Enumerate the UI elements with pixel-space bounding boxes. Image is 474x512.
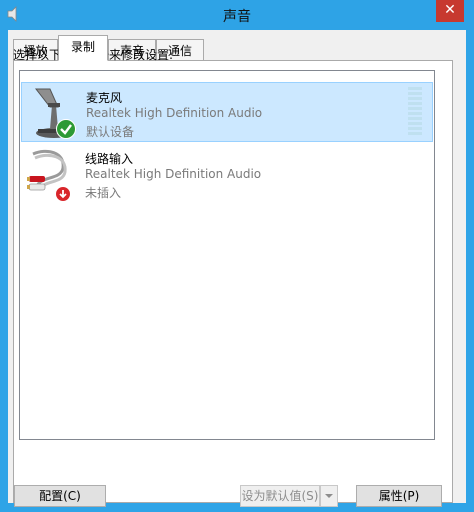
device-status: 未插入 <box>85 186 122 200</box>
line-in-cable-icon <box>25 146 79 202</box>
window-title: 声音 <box>223 9 251 25</box>
recording-device-list[interactable]: 麦克风 Realtek High Definition Audio 默认设备 线… <box>19 70 435 440</box>
tab-recording[interactable]: 录制 <box>58 35 108 61</box>
microphone-icon <box>28 85 80 141</box>
default-check-badge <box>56 119 76 139</box>
device-driver: Realtek High Definition Audio <box>85 167 262 181</box>
title-bar: 声音 ✕ <box>0 0 474 30</box>
set-default-dropdown-arrow-icon[interactable] <box>320 485 338 507</box>
device-microphone[interactable]: 麦克风 Realtek High Definition Audio 默认设备 <box>21 82 433 142</box>
configure-button[interactable]: 配置(C) <box>14 485 106 507</box>
properties-button[interactable]: 属性(P) <box>356 485 442 507</box>
device-line-in[interactable]: 线路输入 Realtek High Definition Audio 未插入 <box>21 144 433 204</box>
set-default-button[interactable]: 设为默认值(S) <box>240 485 320 507</box>
device-name: 麦克风 <box>86 91 123 105</box>
input-level-meter <box>408 87 422 137</box>
device-status: 默认设备 <box>86 125 135 139</box>
close-button[interactable]: ✕ <box>436 0 464 22</box>
unplugged-badge <box>55 186 71 202</box>
device-driver: Realtek High Definition Audio <box>86 106 263 120</box>
device-name: 线路输入 <box>85 152 134 166</box>
